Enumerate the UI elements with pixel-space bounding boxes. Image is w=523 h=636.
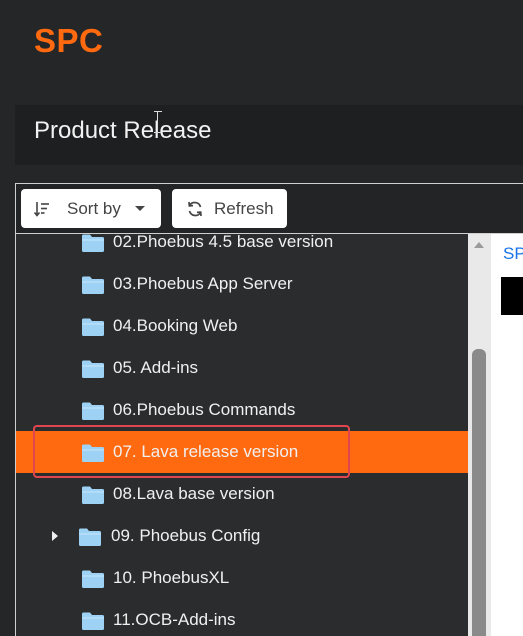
tree-item-label: 08.Lava base version	[113, 484, 275, 503]
tree-item[interactable]: 06.Phoebus Commands	[16, 389, 468, 431]
folder-icon	[81, 611, 105, 631]
tree-item-label: 03.Phoebus App Server	[113, 274, 293, 293]
sort-icon	[31, 198, 53, 220]
page-title: Product Release	[34, 117, 212, 144]
tree-item[interactable]: 04.Booking Web	[16, 305, 468, 347]
toolbar: Sort by Refresh	[16, 184, 523, 234]
folder-icon	[81, 317, 105, 337]
refresh-label: Refresh	[214, 198, 274, 218]
folder-tree: 02.Phoebus 4.5 base version 03.Phoebus Ap…	[16, 234, 468, 636]
folder-icon	[81, 275, 105, 295]
tree-scrollbar[interactable]	[468, 234, 491, 636]
sort-by-button[interactable]: Sort by	[21, 189, 161, 228]
folder-icon	[81, 569, 105, 589]
tree-item-label: 09. Phoebus Config	[111, 526, 261, 545]
tree-item[interactable]: 02.Phoebus 4.5 base version	[16, 234, 468, 263]
app-brand: SPC	[34, 22, 104, 59]
sort-by-label: Sort by	[67, 198, 121, 218]
folder-icon	[81, 401, 105, 421]
tree-item-label: 11.OCB-Add-ins	[113, 610, 236, 629]
folder-icon	[81, 234, 105, 253]
tree-item[interactable]: 10. PhoebusXL	[16, 557, 468, 599]
tree-item[interactable]: 08.Lava base version	[16, 473, 468, 515]
file-browser-panel: Sort by Refresh 02.Phoebus 4.5 base vers…	[15, 183, 523, 636]
text-cursor-icon	[154, 111, 162, 133]
tree-item-label: 05. Add-ins	[113, 358, 199, 377]
scroll-up-icon[interactable]	[474, 242, 484, 248]
tree-item-label: 07. Lava release version	[113, 442, 299, 461]
folder-icon	[81, 359, 105, 379]
title-bar: Product Release	[15, 105, 523, 165]
folder-icon	[81, 443, 105, 463]
chevron-down-icon	[134, 206, 145, 211]
content-pane: SP	[491, 234, 523, 636]
refresh-button[interactable]: Refresh	[172, 189, 287, 228]
content-header-bar	[501, 277, 523, 315]
scrollbar-thumb[interactable]	[472, 349, 486, 636]
tree-item[interactable]: 07. Lava release version	[16, 431, 468, 473]
refresh-icon	[184, 198, 206, 220]
folder-icon	[81, 485, 105, 505]
tree-item-label: 04.Booking Web	[113, 316, 238, 335]
tree-item[interactable]: 05. Add-ins	[16, 347, 468, 389]
tree-item-label: 10. PhoebusXL	[113, 568, 230, 587]
tree-item[interactable]: 09. Phoebus Config	[16, 515, 468, 557]
tree-item[interactable]: 03.Phoebus App Server	[16, 263, 468, 305]
folder-icon	[78, 527, 102, 547]
tree-item-label: 06.Phoebus Commands	[113, 400, 296, 419]
tree-item[interactable]: 11.OCB-Add-ins	[16, 599, 468, 636]
content-tab[interactable]: SP	[503, 244, 523, 264]
tree-item-label: 02.Phoebus 4.5 base version	[113, 234, 334, 251]
expand-arrow-icon[interactable]	[52, 531, 58, 541]
